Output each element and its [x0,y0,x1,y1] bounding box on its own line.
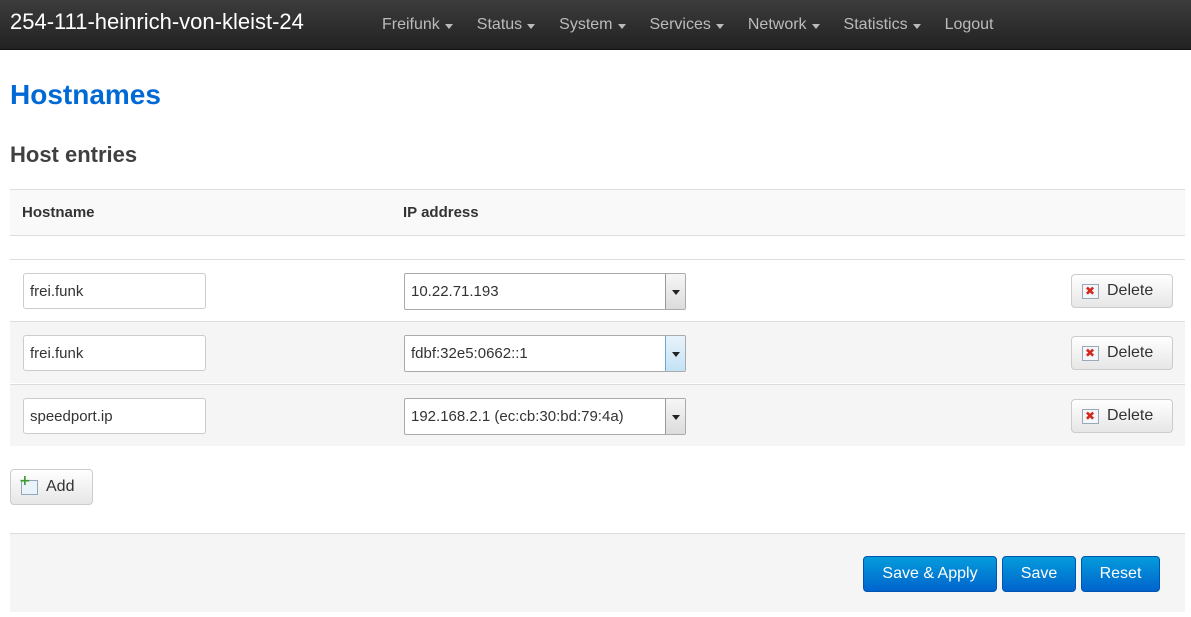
save-button[interactable]: Save [1002,556,1076,592]
nav-network[interactable]: Network [736,0,832,50]
nav-label: Network [747,16,807,33]
hostname-input[interactable] [23,398,206,434]
reset-button[interactable]: Reset [1081,556,1160,592]
nav-system[interactable]: System [547,0,637,50]
nav-logout[interactable]: Logout [933,0,1006,50]
hostname-input[interactable] [23,335,206,371]
nav-freifunk[interactable]: Freifunk [370,0,465,50]
delete-button[interactable]: Delete [1071,399,1173,433]
page-title: Hostnames [10,79,161,110]
ip-address-value: fdbf:32e5:0662::1 [411,345,528,362]
add-icon [19,473,38,495]
nav-label: Freifunk [382,16,440,33]
ip-address-select[interactable]: 10.22.71.193 [404,273,686,310]
save-apply-button[interactable]: Save & Apply [863,556,997,592]
nav-label: Status [476,16,523,33]
nav-label: Statistics [843,16,908,33]
chevron-down-icon[interactable] [665,274,685,309]
delete-button[interactable]: Delete [1071,274,1173,308]
delete-icon [1082,345,1099,361]
top-navbar: 254-111-heinrich-von-kleist-24 Freifunk … [0,0,1191,50]
chevron-down-icon[interactable] [665,336,685,371]
delete-label: Delete [1107,282,1154,299]
section-title: Host entries [10,142,138,167]
delete-icon [1082,283,1099,299]
caret-down-icon [811,23,820,29]
caret-down-icon [617,23,626,29]
nav-statistics[interactable]: Statistics [832,0,933,50]
column-header-ip-address: IP address [403,204,479,221]
add-label: Add [46,478,75,495]
delete-label: Delete [1107,344,1154,361]
nav-label: System [559,16,613,33]
ip-address-value: 10.22.71.193 [411,283,499,300]
caret-down-icon [527,23,536,29]
brand-hostname[interactable]: 254-111-heinrich-von-kleist-24 [10,9,304,35]
table-header: Hostname IP address [10,189,1185,236]
add-button[interactable]: Add [10,469,93,505]
ip-address-select[interactable]: fdbf:32e5:0662::1 [404,335,686,372]
hostname-input[interactable] [23,273,206,309]
nav-status[interactable]: Status [465,0,547,50]
nav-label: Logout [944,16,994,33]
chevron-down-icon[interactable] [665,399,685,434]
main-nav: Freifunk Status System Services Network … [370,0,1006,50]
delete-button[interactable]: Delete [1071,336,1173,370]
caret-down-icon [444,23,453,29]
caret-down-icon [715,23,724,29]
delete-icon [1082,408,1099,424]
ip-address-value: 192.168.2.1 (ec:cb:30:bd:79:4a) [411,408,624,425]
table-row: fdbf:32e5:0662::1 Delete [10,321,1185,383]
ip-address-select[interactable]: 192.168.2.1 (ec:cb:30:bd:79:4a) [404,398,686,435]
nav-label: Services [649,16,711,33]
table-row: 192.168.2.1 (ec:cb:30:bd:79:4a) Delete [10,384,1185,446]
delete-label: Delete [1107,407,1154,424]
caret-down-icon [912,23,921,29]
column-header-hostname: Hostname [22,204,95,221]
nav-services[interactable]: Services [638,0,736,50]
form-footer: Save & Apply Save Reset [10,533,1185,612]
table-row: 10.22.71.193 Delete [10,259,1185,321]
